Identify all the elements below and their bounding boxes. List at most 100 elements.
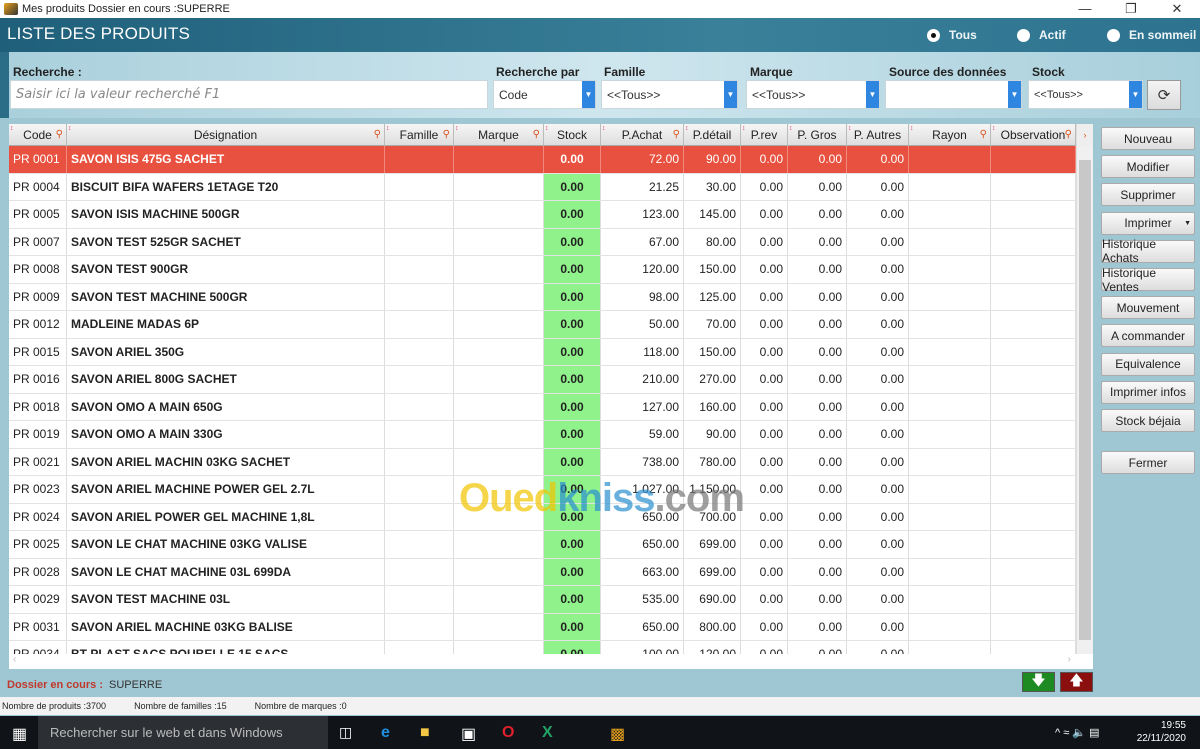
scroll-left-icon[interactable]: ‹ [13,654,16,665]
column-header-stock[interactable]: ↕ Stock [544,124,601,146]
vertical-scrollbar[interactable]: › [1076,124,1093,654]
sort-icon[interactable]: ↕ [992,124,996,140]
table-row[interactable]: PR 0005 SAVON ISIS MACHINE 500GR 0.00 123.0… [9,201,1076,229]
table-row[interactable]: PR 0016 SAVON ARIEL 800G SACHET 0.00 210.00… [9,366,1076,394]
sort-icon[interactable]: ↕ [848,124,852,140]
store-icon[interactable]: ▣ [461,724,476,744]
equivalence-button[interactable]: Equivalence [1101,352,1195,376]
table-row[interactable]: PR 0019 SAVON OMO A MAIN 330G 0.00 59.00 90.… [9,421,1076,449]
radio-dot[interactable] [1107,28,1120,42]
table-row[interactable]: PR 0008 SAVON TEST 900GR 0.00 120.00 150.00 0… [9,256,1076,284]
scroll-right-icon[interactable]: › [1068,654,1071,665]
table-row[interactable]: PR 0012 MADLEINE MADAS 6P 0.00 50.00 70.00 0.… [9,311,1076,339]
table-row[interactable]: PR 0024 SAVON ARIEL POWER GEL MACHINE 1,8… [9,503,1076,531]
table-row[interactable]: PR 0023 SAVON ARIEL MACHINE POWER GEL 2.7… [9,476,1076,504]
table-row[interactable]: PR 0009 SAVON TEST MACHINE 500GR 0.00 98.00… [9,283,1076,311]
chevron-down-icon[interactable]: ▼ [724,81,737,108]
column-header-famille[interactable]: ↕ Famille ⚲ [385,124,454,146]
restore-button[interactable]: ❐ [1108,0,1154,18]
search-icon[interactable]: ⚲ [533,124,540,146]
historique-ventes-button[interactable]: Historique Ventes [1101,266,1195,294]
imprimer-button[interactable]: Imprimer ▼ [1101,211,1195,235]
scrollbar-thumb[interactable] [1079,160,1091,640]
close-button[interactable]: ✕ [1154,0,1200,18]
search-icon[interactable]: ⚲ [673,124,680,146]
sort-icon[interactable]: ↕ [10,124,14,140]
marque-select[interactable]: <<Tous>> ▼ [746,80,880,109]
table-row[interactable]: PR 0007 SAVON TEST 525GR SACHET 0.00 67.00 8… [9,228,1076,256]
taskbar-search[interactable]: Rechercher sur le web et dans Windows [38,716,328,749]
sort-icon[interactable]: ↕ [545,124,549,140]
sort-icon[interactable]: ↕ [68,124,72,140]
table-row[interactable]: PR 0028 SAVON LE CHAT MACHINE 03L 699DA 0.… [9,558,1076,586]
stock-bejaia-button[interactable]: Stock béjaia [1101,409,1195,432]
scroll-right-icon[interactable]: › [1077,124,1093,146]
column-header-rayon[interactable]: ↕ Rayon ⚲ [909,124,991,146]
sort-icon[interactable]: ↕ [789,124,793,140]
column-header-p-gros[interactable]: ↕ P. Gros [788,124,847,146]
column-header-designation[interactable]: ↕ Désignation ⚲ [67,124,385,146]
radio-en-sommeil[interactable]: En sommeil [1107,28,1196,42]
column-header-p-achat[interactable]: ↕ P.Achat ⚲ [601,124,684,146]
search-icon[interactable]: ⚲ [980,124,987,146]
table-row[interactable]: PR 0025 SAVON LE CHAT MACHINE 03KG VALISE… [9,531,1076,559]
famille-select[interactable]: <<Tous>> ▼ [601,80,738,109]
chevron-down-icon[interactable]: ▼ [1008,81,1021,108]
table-row[interactable]: PR 0021 SAVON ARIEL MACHIN 03KG SACHET 0.0… [9,448,1076,476]
imprimer-infos-button[interactable]: Imprimer infos [1101,380,1195,404]
table-row[interactable]: PR 0029 SAVON TEST MACHINE 03L 0.00 535.00 6… [9,586,1076,614]
historique-achats-button[interactable]: Historique Achats [1101,237,1195,265]
radio-tous[interactable]: Tous [927,28,977,42]
radio-dot[interactable] [1017,28,1030,42]
sort-icon[interactable]: ↕ [910,124,914,140]
search-icon[interactable]: ⚲ [56,124,63,146]
table-row[interactable]: PR 0015 SAVON ARIEL 350G 0.00 118.00 150.00 0… [9,338,1076,366]
clock[interactable]: 19:55 22/11/2020 [1137,719,1186,745]
column-header-marque[interactable]: ↕ Marque ⚲ [454,124,544,146]
modifier-button[interactable]: Modifier [1101,155,1195,179]
search-input[interactable]: Saisir ici la valeur recherché F1 [10,80,488,109]
source-select[interactable]: ▼ [885,80,1022,109]
sort-icon[interactable]: ↕ [386,124,390,140]
column-header-observation[interactable]: ↕ Observation ⚲ [991,124,1076,146]
sort-icon[interactable]: ↕ [685,124,689,140]
app-taskbar-icon[interactable]: ▩ [610,724,625,744]
radio-dot[interactable] [927,28,940,42]
mouvement-button[interactable]: Mouvement [1101,296,1195,320]
search-by-select[interactable]: Code ▼ [493,80,596,109]
table-row[interactable]: PR 0018 SAVON OMO A MAIN 650G 0.00 127.00 16… [9,393,1076,421]
sort-icon[interactable]: ↕ [455,124,459,140]
nouveau-button[interactable]: Nouveau [1101,127,1195,150]
move-up-button[interactable]: 🡅 [1060,672,1093,692]
radio-actif[interactable]: Actif [1017,28,1066,42]
supprimer-button[interactable]: Supprimer [1101,183,1195,207]
search-icon[interactable]: ⚲ [374,124,381,146]
move-down-button[interactable]: 🡇 [1022,672,1055,692]
sort-icon[interactable]: ↕ [742,124,746,140]
table-row[interactable]: PR 0031 SAVON ARIEL MACHINE 03KG BALISE 0.… [9,613,1076,641]
caret-down-icon[interactable]: ▼ [1184,220,1191,227]
edge-icon[interactable]: e [381,724,390,742]
task-view-icon[interactable]: ◫ [339,724,352,741]
chevron-down-icon[interactable]: ▼ [582,81,595,108]
column-header-code[interactable]: ↕ Code ⚲ [9,124,67,146]
tray-icons[interactable]: ^ ≈ 🔈 ▤ [1055,726,1099,739]
search-icon[interactable]: ⚲ [443,124,450,146]
file-explorer-icon[interactable]: ■ [420,724,430,742]
column-header-p-autres[interactable]: ↕ P. Autres [847,124,909,146]
refresh-button[interactable]: ⟳ [1147,80,1181,110]
search-icon[interactable]: ⚲ [1065,124,1072,146]
sort-icon[interactable]: ↕ [602,124,606,140]
chevron-down-icon[interactable]: ▼ [1129,81,1142,108]
opera-icon[interactable]: O [502,724,514,742]
windows-start-icon[interactable]: ▦ [12,724,27,744]
column-header-p-detail[interactable]: ↕ P.détail [684,124,741,146]
horizontal-scrollbar[interactable]: ‹ › [9,654,1093,669]
stock-select[interactable]: <<Tous>> ▼ [1028,80,1143,109]
table-row[interactable]: PR 0004 BISCUIT BIFA WAFERS 1ETAGE T20 0.0… [9,173,1076,201]
column-header-p-rev[interactable]: ↕ P.rev [741,124,788,146]
excel-icon[interactable]: X [542,724,553,742]
minimize-button[interactable]: — [1062,0,1108,18]
table-row[interactable]: PR 0001 SAVON ISIS 475G SACHET 0.00 72.00 90… [9,146,1076,174]
a-commander-button[interactable]: A commander [1101,324,1195,348]
